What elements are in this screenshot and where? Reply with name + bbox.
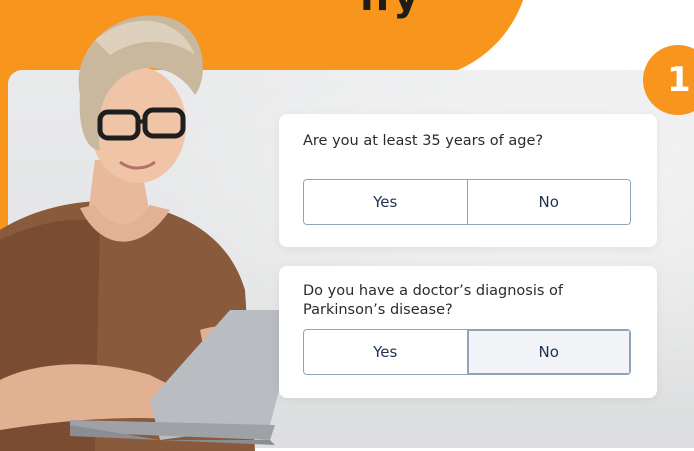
question-card-diagnosis: Do you have a doctor’s diagnosis of Park… [279, 266, 657, 398]
answer-no-button[interactable]: No [466, 330, 630, 374]
answer-group-age: Yes No [303, 179, 631, 225]
question-card-age: Are you at least 35 years of age? Yes No [279, 114, 657, 247]
answer-no-button[interactable]: No [466, 180, 630, 224]
answer-yes-button[interactable]: Yes [304, 330, 467, 374]
question-diagnosis-line1: Do you have a doctor’s diagnosis of [303, 283, 564, 299]
question-diagnosis-line2: Parkinson’s disease? [303, 302, 453, 318]
quiz-screen: ify 1 Are you at least 35 years [0, 0, 694, 451]
answer-yes-button[interactable]: Yes [304, 180, 467, 224]
step-number: 1 [667, 60, 691, 100]
headline-fragment: ify [360, 0, 420, 20]
question-diagnosis-text: Do you have a doctor’s diagnosis of Park… [303, 282, 633, 320]
question-age-text: Are you at least 35 years of age? [303, 133, 544, 149]
answer-group-diagnosis: Yes No [303, 329, 631, 375]
